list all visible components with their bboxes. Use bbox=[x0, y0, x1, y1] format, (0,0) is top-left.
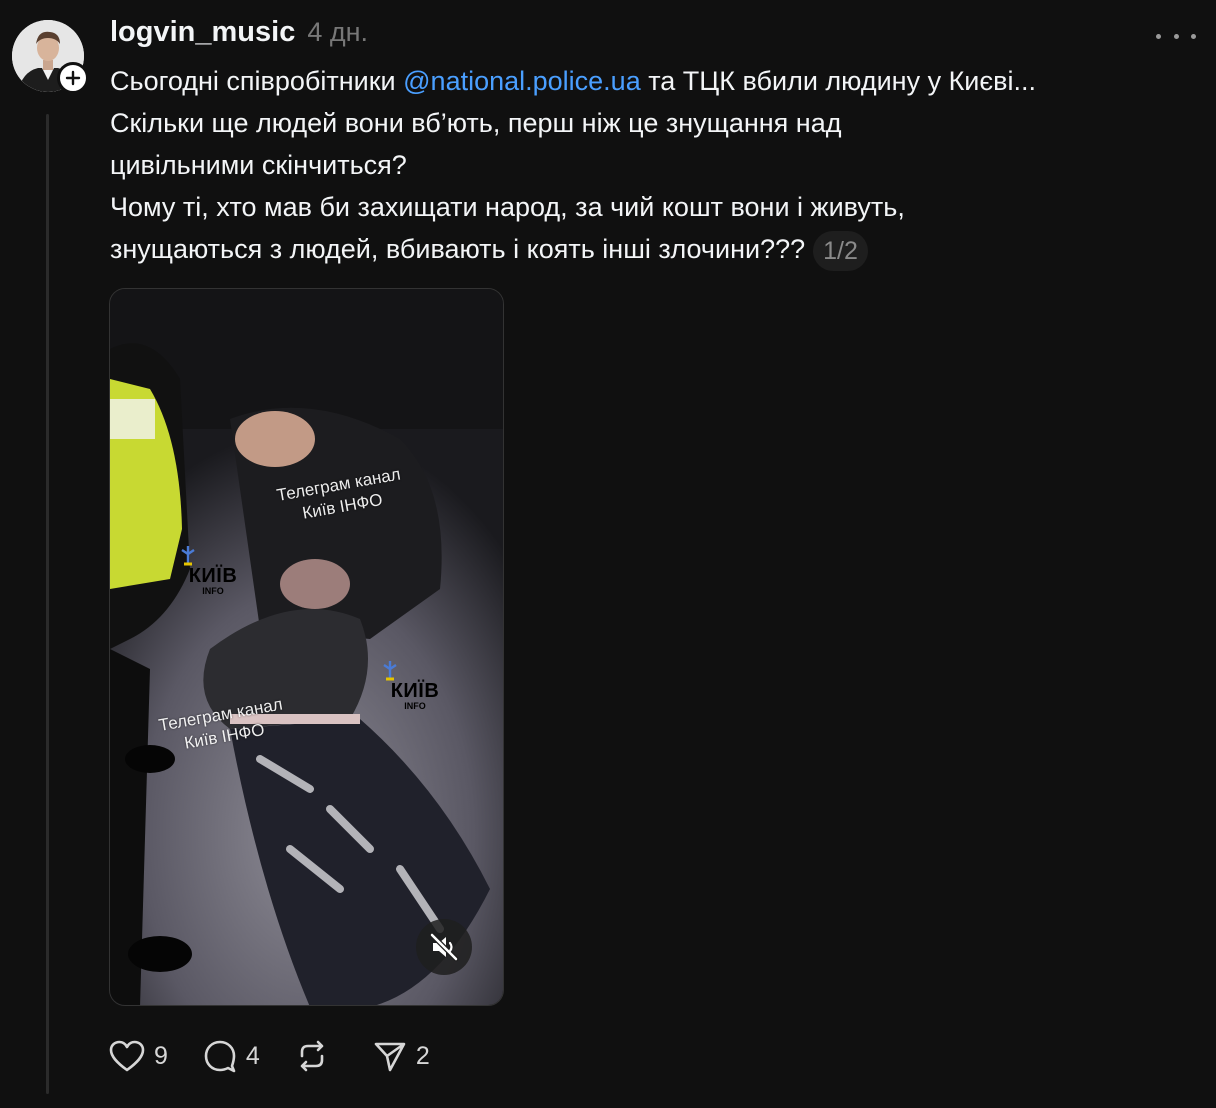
page-indicator: 1/2 bbox=[813, 230, 868, 271]
logo-word: КИЇВ bbox=[390, 680, 440, 702]
mention-link[interactable]: @national.police.ua bbox=[403, 66, 641, 96]
logo-sub: INFO bbox=[404, 701, 426, 711]
caption-line-3: цивільними скінчиться? bbox=[110, 150, 407, 180]
plus-icon bbox=[65, 70, 81, 86]
more-dot bbox=[1173, 33, 1179, 39]
caption-text: Сьогодні співробітники bbox=[110, 66, 404, 96]
caption-line-5: знущаються з людей, вбивають і коять інш… bbox=[110, 228, 1190, 271]
video-media[interactable]: Телеграм канал Київ ІНФО Телеграм канал … bbox=[109, 288, 504, 1006]
comment-count: 4 bbox=[245, 1041, 260, 1070]
heart-icon bbox=[109, 1040, 145, 1072]
caption-text: та ТЦК вбили людину у Києві... bbox=[640, 66, 1037, 96]
speaker-muted-icon bbox=[429, 932, 459, 962]
more-dots-icon bbox=[1156, 33, 1161, 39]
post-caption: Сьогодні співробітники @national.police.… bbox=[110, 60, 1190, 271]
like-button[interactable]: 9 bbox=[108, 1039, 168, 1073]
kyiv-info-logo: КИЇВ INFO bbox=[380, 659, 450, 711]
comment-button[interactable]: 4 bbox=[202, 1038, 260, 1074]
repost-icon bbox=[300, 1040, 324, 1072]
caption-line-4: Чому ті, хто мав би захищати народ, за ч… bbox=[110, 192, 905, 222]
username-link[interactable]: logvin_music bbox=[110, 16, 295, 49]
logo-figure-icon bbox=[383, 661, 397, 681]
avatar-container[interactable] bbox=[12, 20, 89, 94]
thread-post: logvin_music 4 дн. Сьогодні співробітник… bbox=[0, 0, 1216, 1108]
logo-sub: INFO bbox=[202, 586, 224, 596]
follow-button[interactable] bbox=[57, 62, 89, 94]
comment-bubble-icon bbox=[204, 1040, 236, 1073]
more-dot bbox=[1191, 33, 1196, 39]
post-timestamp: 4 дн. bbox=[307, 17, 369, 47]
thread-line bbox=[46, 114, 49, 1094]
share-count: 2 bbox=[415, 1041, 430, 1070]
like-count: 9 bbox=[154, 1041, 168, 1070]
send-icon bbox=[374, 1042, 406, 1072]
mute-toggle-button[interactable] bbox=[416, 919, 472, 975]
repost-button[interactable] bbox=[294, 1038, 338, 1074]
more-options-button[interactable] bbox=[1156, 24, 1196, 48]
video-frame bbox=[110, 289, 503, 1005]
logo-figure-icon bbox=[181, 546, 195, 566]
caption-line-1: Сьогодні співробітники @national.police.… bbox=[110, 60, 1190, 102]
kyiv-info-logo: КИЇВ INFO bbox=[178, 544, 248, 596]
post-actions: 9 4 2 bbox=[108, 1036, 464, 1076]
logo-word: КИЇВ bbox=[188, 565, 238, 587]
share-button[interactable]: 2 bbox=[372, 1038, 430, 1074]
post-header: logvin_music 4 дн. bbox=[110, 16, 368, 52]
caption-text: знущаються з людей, вбивають і коять інш… bbox=[110, 234, 806, 264]
caption-line-2: Скільки ще людей вони вб’ють, перш ніж ц… bbox=[110, 108, 842, 138]
